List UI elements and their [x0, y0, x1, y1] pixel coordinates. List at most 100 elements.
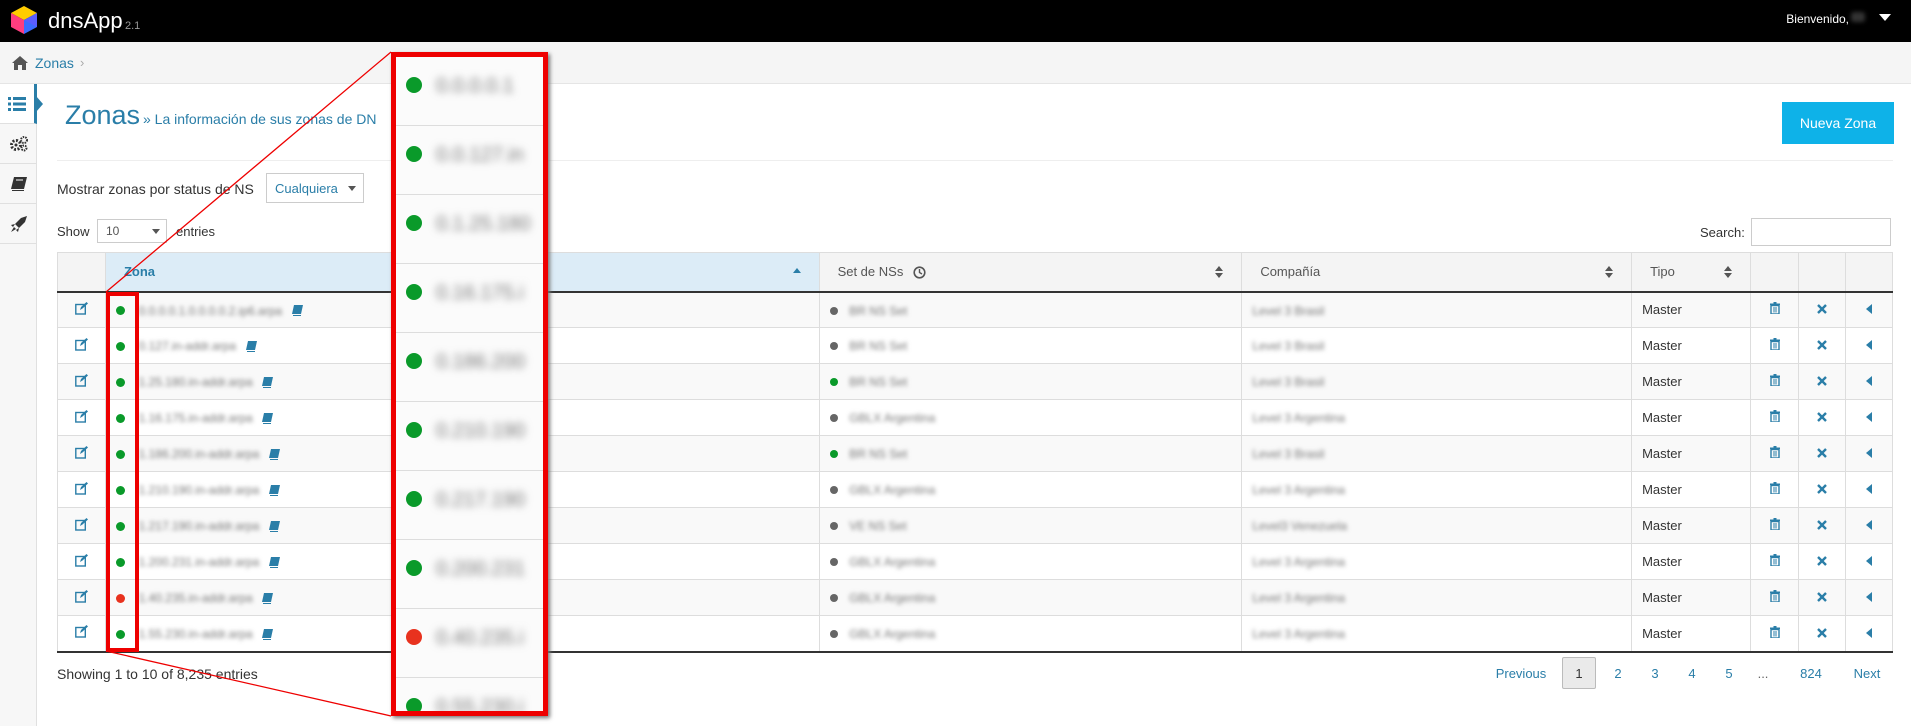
new-zone-button[interactable]: Nueva Zona: [1782, 102, 1894, 144]
book-icon[interactable]: [245, 340, 257, 352]
close-icon[interactable]: [1817, 484, 1827, 494]
search-input[interactable]: [1751, 218, 1891, 246]
edit-cell[interactable]: [57, 507, 106, 544]
edit-icon[interactable]: [75, 373, 88, 387]
remove-cell[interactable]: [1797, 507, 1846, 544]
remove-cell[interactable]: [1797, 399, 1846, 436]
pager-page-2[interactable]: 2: [1601, 657, 1635, 689]
remove-cell[interactable]: [1797, 543, 1846, 580]
edit-icon[interactable]: [75, 589, 88, 603]
col-set-ns-header[interactable]: Set de NSs: [818, 252, 1242, 293]
ns-status-filter-select[interactable]: Cualquiera: [266, 173, 364, 203]
edit-icon[interactable]: [75, 409, 88, 423]
delete-cell[interactable]: [1750, 399, 1799, 436]
sidebar-item-settings[interactable]: [0, 124, 37, 164]
col-compania-header[interactable]: Compañía: [1241, 252, 1632, 293]
trash-icon[interactable]: [1769, 446, 1780, 459]
edit-cell[interactable]: [57, 579, 106, 616]
close-icon[interactable]: [1817, 304, 1827, 315]
edit-icon[interactable]: [75, 301, 88, 315]
col-tipo-header[interactable]: Tipo: [1631, 252, 1751, 293]
caret-left-icon[interactable]: [1865, 484, 1872, 494]
remove-cell[interactable]: [1797, 291, 1846, 328]
action-cell[interactable]: [1844, 507, 1894, 544]
edit-icon[interactable]: [75, 625, 88, 638]
remove-cell[interactable]: [1797, 615, 1846, 653]
zone-name[interactable]: 1.186.200.in-addr.arpa: [139, 447, 260, 461]
action-cell[interactable]: [1844, 579, 1894, 616]
remove-cell[interactable]: [1797, 471, 1846, 508]
edit-icon[interactable]: [75, 481, 88, 495]
edit-cell[interactable]: [57, 471, 106, 508]
trash-icon[interactable]: [1769, 482, 1780, 495]
action-cell[interactable]: [1844, 543, 1894, 580]
trash-icon[interactable]: [1769, 302, 1780, 315]
zone-name[interactable]: 0.127.in-addr.arpa: [139, 339, 236, 353]
book-icon[interactable]: [262, 592, 274, 604]
remove-cell[interactable]: [1797, 579, 1846, 616]
edit-icon[interactable]: [75, 445, 88, 459]
action-cell[interactable]: [1844, 363, 1894, 400]
caret-left-icon[interactable]: [1865, 340, 1872, 350]
caret-left-icon[interactable]: [1865, 304, 1872, 315]
zone-name[interactable]: 1.210.190.in-addr.arpa: [139, 483, 260, 497]
trash-icon[interactable]: [1769, 625, 1780, 639]
caret-left-icon[interactable]: [1865, 412, 1872, 422]
zone-name[interactable]: 1.16.175.in-addr.arpa: [139, 411, 253, 425]
delete-cell[interactable]: [1750, 435, 1799, 472]
pager-previous[interactable]: Previous: [1488, 657, 1554, 689]
book-icon[interactable]: [262, 628, 274, 640]
caret-left-icon[interactable]: [1865, 448, 1872, 458]
edit-cell[interactable]: [57, 543, 106, 580]
close-icon[interactable]: [1817, 556, 1827, 566]
zone-name[interactable]: 1.200.231.in-addr.arpa: [139, 555, 260, 569]
delete-cell[interactable]: [1750, 615, 1799, 653]
edit-icon[interactable]: [75, 337, 88, 351]
trash-icon[interactable]: [1769, 554, 1780, 567]
book-icon[interactable]: [268, 556, 280, 568]
delete-cell[interactable]: [1750, 471, 1799, 508]
book-icon[interactable]: [268, 484, 280, 496]
pager-next[interactable]: Next: [1847, 657, 1887, 689]
edit-cell[interactable]: [57, 363, 106, 400]
book-icon[interactable]: [291, 305, 303, 317]
trash-icon[interactable]: [1769, 518, 1780, 531]
close-icon[interactable]: [1817, 627, 1827, 638]
breadcrumb-zonas[interactable]: Zonas: [35, 55, 74, 71]
delete-cell[interactable]: [1750, 543, 1799, 580]
edit-icon[interactable]: [75, 553, 88, 567]
page-length-select[interactable]: 10: [97, 219, 167, 243]
book-icon[interactable]: [262, 376, 274, 388]
remove-cell[interactable]: [1797, 363, 1846, 400]
action-cell[interactable]: [1844, 399, 1894, 436]
edit-cell[interactable]: [57, 399, 106, 436]
delete-cell[interactable]: [1750, 579, 1799, 616]
remove-cell[interactable]: [1797, 435, 1846, 472]
caret-left-icon[interactable]: [1865, 556, 1872, 566]
pager-page-5[interactable]: 5: [1712, 657, 1746, 689]
close-icon[interactable]: [1817, 412, 1827, 422]
pager-page-last[interactable]: 824: [1791, 657, 1831, 689]
user-menu-caret-icon[interactable]: [1879, 14, 1891, 21]
zone-name[interactable]: 1.55.230.in-addr.arpa: [139, 627, 253, 641]
caret-left-icon[interactable]: [1865, 520, 1872, 530]
zone-name[interactable]: 1.25.180.in-addr.arpa: [139, 375, 253, 389]
zone-name[interactable]: 0.0.0.0.1.0.0.0.0.2.ip6.arpa: [139, 304, 282, 318]
edit-icon[interactable]: [75, 517, 88, 531]
action-cell[interactable]: [1844, 291, 1894, 328]
pager-page-3[interactable]: 3: [1638, 657, 1672, 689]
pager-page-1[interactable]: 1: [1562, 657, 1596, 689]
action-cell[interactable]: [1844, 435, 1894, 472]
book-icon[interactable]: [268, 448, 280, 460]
trash-icon[interactable]: [1769, 338, 1780, 351]
sidebar-item-zonas[interactable]: [0, 84, 43, 124]
close-icon[interactable]: [1817, 376, 1827, 386]
delete-cell[interactable]: [1750, 327, 1799, 364]
close-icon[interactable]: [1817, 592, 1827, 602]
caret-left-icon[interactable]: [1865, 627, 1872, 638]
book-icon[interactable]: [268, 520, 280, 532]
edit-cell[interactable]: [57, 327, 106, 364]
zone-name[interactable]: 1.217.190.in-addr.arpa: [139, 519, 260, 533]
trash-icon[interactable]: [1769, 590, 1780, 603]
delete-cell[interactable]: [1750, 291, 1799, 328]
